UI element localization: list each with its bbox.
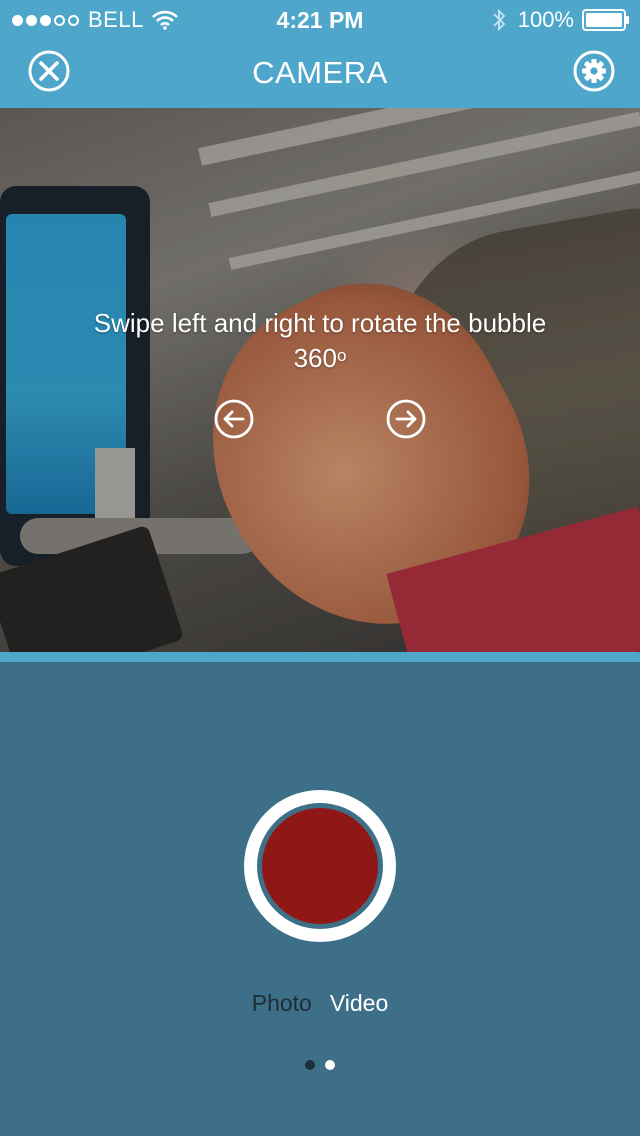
top-bar: BELL 4:21 PM 100% CAMERA (0, 0, 640, 108)
gear-icon (573, 50, 615, 92)
record-button-core (262, 808, 378, 924)
battery-percent: 100% (517, 7, 574, 32)
record-button-ring (257, 803, 383, 929)
status-bar: BELL 4:21 PM 100% (0, 0, 640, 40)
rotate-left-button[interactable] (214, 399, 254, 439)
mode-photo[interactable]: Photo (252, 988, 312, 1018)
preview-overlay (0, 108, 640, 652)
bluetooth-icon (492, 8, 506, 32)
camera-preview[interactable]: Swipe left and right to rotate the bubbl… (0, 108, 640, 652)
rotate-right-button[interactable] (386, 399, 426, 439)
mode-video[interactable]: Video (330, 988, 388, 1018)
battery-icon (582, 9, 630, 31)
nav-bar: CAMERA (0, 40, 640, 108)
page-title: CAMERA (252, 55, 388, 90)
status-right: 100% (492, 6, 630, 34)
rotate-hint-text: Swipe left and right to rotate the bubbl… (93, 308, 547, 373)
rotate-hint: Swipe left and right to rotate the bubbl… (80, 306, 560, 376)
page-indicator (0, 1060, 640, 1070)
mode-switcher: Photo Video (0, 988, 640, 1018)
degree-symbol: o (336, 346, 347, 365)
preview-divider (0, 652, 640, 662)
arrow-right-circle-icon (386, 399, 426, 439)
page-dot-2[interactable] (325, 1060, 335, 1070)
record-button[interactable] (244, 790, 396, 942)
page-dot-1[interactable] (305, 1060, 315, 1070)
settings-button[interactable] (573, 50, 615, 92)
capture-controls: Photo Video (0, 662, 640, 1136)
arrow-left-circle-icon (214, 399, 254, 439)
